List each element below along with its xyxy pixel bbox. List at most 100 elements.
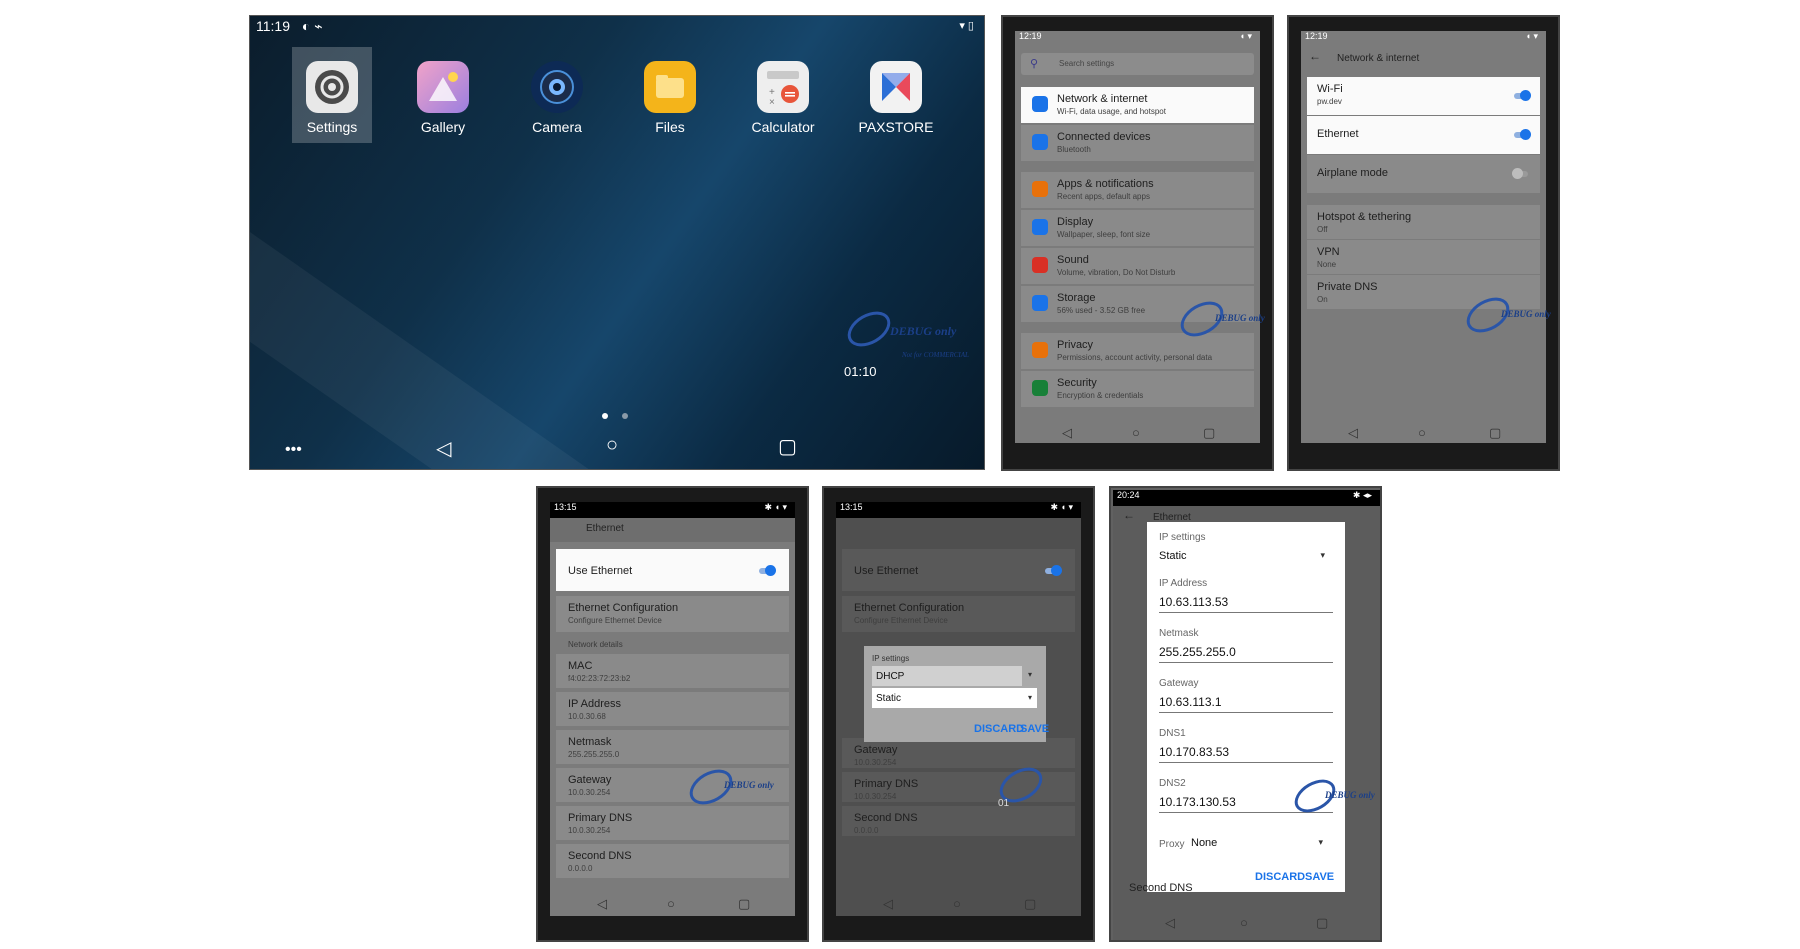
app-gallery[interactable]: Gallery — [404, 61, 482, 135]
row-subtitle: Permissions, account activity, personal … — [1057, 353, 1213, 362]
back-icon[interactable]: ◁ — [1165, 915, 1175, 931]
ethernet-config-row[interactable]: Ethernet Configuration Configure Etherne… — [556, 596, 789, 632]
use-ethernet-toggle[interactable] — [1045, 565, 1062, 576]
row-title: VPN — [1317, 246, 1340, 258]
proxy-select[interactable]: None ▾ — [1191, 837, 1331, 853]
signal-icon: ✱ ◖ ▾ — [764, 502, 788, 512]
home-icon[interactable]: ○ — [1240, 915, 1248, 930]
page-indicator — [622, 413, 628, 419]
settings-item[interactable]: Sound Volume, vibration, Do Not Disturb — [1021, 248, 1254, 284]
row-title: Private DNS — [1317, 281, 1378, 293]
vpn-row[interactable]: VPN None — [1307, 240, 1540, 274]
ip-field-input[interactable]: 10.63.113.53 — [1159, 592, 1333, 613]
network-detail-row: Second DNS 0.0.0.0 — [556, 844, 789, 878]
settings-item[interactable]: Network & internet Wi-Fi, data usage, and… — [1021, 87, 1254, 123]
settings-item[interactable]: Privacy Permissions, account activity, pe… — [1021, 333, 1254, 369]
recents-icon[interactable]: ▢ — [1489, 425, 1501, 441]
nav-bar: ◁ ○ ▢ — [1113, 910, 1380, 936]
airplane-row[interactable]: Airplane mode — [1307, 155, 1540, 193]
row-subtitle: Configure Ethernet Device — [568, 616, 662, 625]
search-bar[interactable]: ⚲ Search settings — [1021, 53, 1254, 75]
home-icon[interactable]: ○ — [1418, 425, 1426, 440]
field-label: IP Address — [1159, 578, 1208, 589]
app-files[interactable]: Files — [631, 61, 709, 135]
airplane-toggle[interactable] — [1512, 168, 1528, 179]
recents-icon[interactable]: ▢ — [738, 896, 750, 912]
back-icon[interactable]: ◁ — [436, 436, 451, 461]
home-icon[interactable]: ○ — [953, 896, 961, 911]
settings-item[interactable]: Display Wallpaper, sleep, font size — [1021, 210, 1254, 246]
back-icon[interactable]: ◁ — [1348, 425, 1358, 441]
home-icon[interactable]: ○ — [606, 434, 618, 457]
ethernet-config-row[interactable]: Ethernet Configuration Configure Etherne… — [842, 596, 1075, 632]
discard-button[interactable]: DISCARD — [974, 723, 1024, 735]
calculator-icon: + × — [757, 61, 809, 113]
ip-field-input[interactable]: 10.170.83.53 — [1159, 742, 1333, 763]
nav-bar: ◁ ○ ▢ — [836, 891, 1081, 916]
settings-item[interactable]: Security Encryption & credentials — [1021, 371, 1254, 407]
battery-icon: ▾ ▯ — [959, 20, 974, 32]
row-subtitle: 56% used - 3.52 GB free — [1057, 306, 1146, 315]
row-title: Wi-Fi — [1317, 83, 1343, 95]
dialog-label: IP settings — [872, 654, 910, 663]
back-icon[interactable]: ◁ — [883, 896, 893, 912]
dialog-label: IP settings — [1159, 532, 1206, 543]
settings-phone: 12:19 ◖ ▾ ⚲ Search settings Network & int… — [1001, 15, 1274, 471]
field-value: 255.255.255.0 — [1159, 645, 1236, 659]
ip-field-input[interactable]: 10.63.113.1 — [1159, 692, 1333, 713]
field-value: 10.63.113.1 — [1159, 695, 1222, 709]
home-icon[interactable]: ○ — [667, 896, 675, 911]
recents-icon[interactable]: ▢ — [1316, 915, 1328, 931]
settings-item[interactable]: Apps & notifications Recent apps, default… — [1021, 172, 1254, 208]
settings-item[interactable]: Connected devices Bluetooth — [1021, 125, 1254, 161]
save-button[interactable]: SAVE — [1305, 871, 1334, 883]
hotspot-row[interactable]: Hotspot & tethering Off — [1307, 205, 1540, 239]
app-label: Settings — [306, 119, 358, 135]
option-static[interactable]: Static ▾ — [872, 688, 1037, 708]
app-calculator[interactable]: + × Calculator — [744, 61, 822, 135]
app-paxstore[interactable]: PAXSTORE — [857, 61, 935, 135]
back-arrow-icon[interactable]: ← — [1309, 49, 1321, 63]
recents-icon[interactable]: ▢ — [1203, 425, 1215, 441]
ip-settings-select[interactable]: Static ▾ — [1159, 548, 1333, 566]
field-label: DNS2 — [1159, 778, 1186, 789]
row-title: Hotspot & tethering — [1317, 211, 1412, 223]
ip-field-input[interactable]: 255.255.255.0 — [1159, 642, 1333, 663]
option-dhcp[interactable]: DHCP — [872, 666, 1022, 686]
back-arrow-icon[interactable]: ← — [1123, 508, 1135, 522]
discard-button[interactable]: DISCARD — [1255, 871, 1305, 883]
app-camera[interactable]: Camera — [518, 61, 596, 135]
back-icon[interactable]: ◁ — [1062, 425, 1072, 441]
app-label: Camera — [532, 119, 582, 135]
use-ethernet-toggle[interactable] — [759, 565, 776, 576]
files-icon — [644, 61, 696, 113]
option-label: Static — [876, 693, 902, 704]
use-ethernet-row[interactable]: Use Ethernet — [842, 549, 1075, 591]
row-title: Network & internet — [1057, 93, 1148, 105]
signal-icon: ✱ ◂▸ — [1352, 490, 1372, 500]
status-clock: 13:15 — [840, 502, 863, 512]
row-subtitle: 10.0.30.254 — [854, 758, 897, 767]
recents-icon[interactable]: ▢ — [778, 434, 797, 459]
home-icon[interactable]: ○ — [1132, 425, 1140, 440]
ethernet-row[interactable]: Ethernet — [1307, 116, 1540, 154]
use-ethernet-row[interactable]: Use Ethernet — [556, 549, 789, 591]
signal-icon: ◖ ▾ — [1239, 31, 1252, 41]
back-icon[interactable]: ◁ — [597, 896, 607, 912]
field-value: 10.63.113.53 — [1159, 595, 1229, 609]
ethernet-toggle[interactable] — [1514, 129, 1531, 140]
network-screen: 12:19 ◖ ▾ ← Network & internet Wi-Fi pw.d… — [1301, 31, 1546, 443]
row-title: Security — [1057, 377, 1097, 389]
list-item: Second DNS 0.0.0.0 — [842, 806, 1075, 836]
more-icon[interactable]: ••• — [285, 441, 302, 459]
wifi-row[interactable]: Wi-Fi pw.dev — [1307, 77, 1540, 115]
camera-icon — [531, 61, 583, 113]
app-settings[interactable]: Settings — [292, 47, 372, 143]
wifi-toggle[interactable] — [1514, 90, 1531, 101]
row-title: Second DNS — [854, 812, 918, 824]
save-button[interactable]: SAVE — [1020, 723, 1049, 735]
list-item: Gateway 10.0.30.254 — [842, 738, 1075, 768]
search-placeholder: Search settings — [1059, 59, 1115, 68]
recents-icon[interactable]: ▢ — [1024, 896, 1036, 912]
row-title: Ethernet — [1317, 128, 1359, 140]
